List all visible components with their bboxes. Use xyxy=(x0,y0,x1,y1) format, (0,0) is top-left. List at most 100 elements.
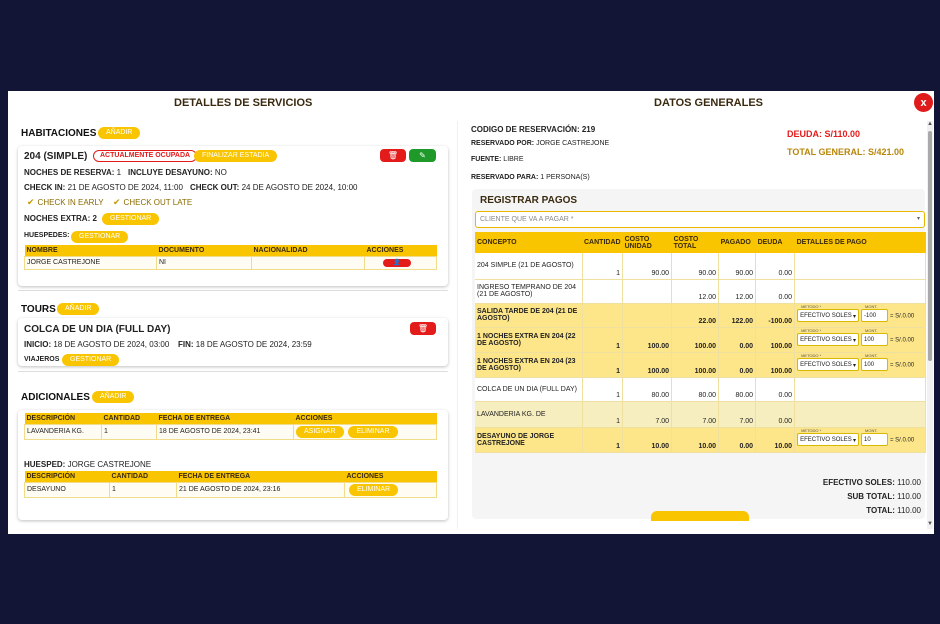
col-acciones: ACCIONES xyxy=(293,413,437,424)
scroll-up-icon[interactable]: ▲ xyxy=(927,121,933,127)
checkin-early-toggle[interactable]: ✔ CHECK IN EARLY xyxy=(27,197,104,208)
payment-unit-cost: 10.00 xyxy=(622,427,673,453)
table-row: DESAYUNO 1 21 DE AGOSTO DE 2024, 23:16 E… xyxy=(24,481,437,498)
payment-method-select[interactable]: METODO * EFECTIVO SOLES ▾ xyxy=(797,353,860,371)
payment-quantity: 1 xyxy=(582,377,624,402)
guest-document: NI xyxy=(156,255,252,270)
table-row: LAVANDERIA KG. 1 18 DE AGOSTO DE 2024, 2… xyxy=(24,423,437,440)
divider xyxy=(18,290,448,291)
close-icon: x xyxy=(920,96,927,109)
payment-concept: 1 NOCHES EXTRA EN 204 (23 DE AGOSTO) xyxy=(475,352,583,378)
payment-unit-cost xyxy=(622,303,673,328)
room-card: 204 (SIMPLE) ACTUALMENTE OCUPADA FINALIZ… xyxy=(18,146,448,286)
viajeros-label: VIAJEROS xyxy=(24,356,60,363)
payment-conversion: = S/.0.00 xyxy=(889,437,915,444)
manage-extra-nights-button[interactable]: GESTIONAR xyxy=(102,213,160,225)
payment-unit-cost xyxy=(622,279,673,304)
payment-details: METODO * EFECTIVO SOLES ▾ MONT. 10 = S/.0.… xyxy=(794,427,926,453)
col-deuda: DEUDA xyxy=(755,232,795,253)
payment-row: 1 NOCHES EXTRA EN 204 (23 DE AGOSTO) 1 100… xyxy=(475,352,926,378)
guest-extras-table: DESCRIPCIÓN CANTIDAD FECHA DE ENTREGA AC… xyxy=(24,471,437,498)
delete-room-button[interactable]: 🗑 xyxy=(380,149,406,162)
payment-method-select[interactable]: METODO * EFECTIVO SOLES ▾ xyxy=(797,428,860,446)
manage-travelers-button[interactable]: GESTIONAR xyxy=(62,354,120,366)
payment-total-cost: 90.00 xyxy=(671,253,720,280)
col-documento: DOCUMENTO xyxy=(156,245,252,256)
payment-concept: LAVANDERIA KG. DE xyxy=(475,401,583,428)
manage-guests-button[interactable]: GESTIONAR xyxy=(71,231,129,243)
scroll-down-icon[interactable]: ▼ xyxy=(457,521,458,527)
user-icon: 👤 xyxy=(393,259,401,266)
chevron-down-icon: ▾ xyxy=(853,438,857,444)
payment-debt: 0.00 xyxy=(755,253,796,280)
payments-title: REGISTRAR PAGOS xyxy=(480,195,578,206)
payment-quantity xyxy=(582,303,624,328)
extras-table: DESCRIPCIÓN CANTIDAD FECHA DE ENTREGA AC… xyxy=(24,413,437,440)
services-pane: HABITACIONES AÑADIR 204 (SIMPLE) ACTUALM… xyxy=(8,113,458,533)
payment-concept: COLCA DE UN DIA (FULL DAY) xyxy=(475,377,583,402)
scroll-up-icon[interactable]: ▲ xyxy=(457,121,458,127)
divider xyxy=(18,371,448,372)
payment-debt: 0.00 xyxy=(755,377,796,402)
add-tour-button[interactable]: AÑADIR xyxy=(57,303,100,315)
extra-guest-row: HUESPED: JORGE CASTREJONE xyxy=(24,460,152,469)
remove-guest-button[interactable]: 👤 xyxy=(383,258,411,267)
payment-row: COLCA DE UN DIA (FULL DAY) 1 80.00 80.00 80.… xyxy=(475,377,926,402)
assign-button[interactable]: ASIGNAR xyxy=(296,425,344,438)
finalize-stay-button[interactable]: FINALIZAR ESTADIA xyxy=(194,150,278,162)
payment-conversion: = S/.0.00 xyxy=(889,362,915,369)
checkin-row: CHECK IN: 21 DE AGOSTO DE 2024, 11:00 xyxy=(24,183,183,192)
add-room-button[interactable]: AÑADIR xyxy=(98,127,141,139)
payer-select[interactable]: CLIENTE QUE VA A PAGAR * ▾ xyxy=(475,211,925,228)
desayuno-row: INCLUYE DESAYUNO: NO xyxy=(128,168,227,177)
checkout-late-toggle[interactable]: ✔ CHECK OUT LATE xyxy=(113,197,192,208)
payment-unit-cost: 100.00 xyxy=(622,352,673,378)
right-column-title: DATOS GENERALES xyxy=(654,97,763,109)
chevron-down-icon: ▾ xyxy=(916,216,920,222)
reservation-code: CODIGO DE RESERVACIÓN: 219 xyxy=(471,125,596,134)
delete-extra-button[interactable]: ELIMINAR xyxy=(349,483,399,496)
tour-card: COLCA DE UN DIA (FULL DAY) 🗑 INICIO: 18 … xyxy=(18,318,448,366)
extra-qty: 1 xyxy=(109,481,177,498)
payment-amount-input[interactable]: MONT. -100 xyxy=(861,304,889,322)
payment-details: METODO * EFECTIVO SOLES ▾ MONT. 100 = S/.0… xyxy=(794,327,926,353)
payment-method-select[interactable]: METODO * EFECTIVO SOLES ▾ xyxy=(797,328,860,346)
payment-concept: SALIDA TARDE DE 204 (21 DE AGOSTO) xyxy=(475,303,583,328)
total: TOTAL: 110.00 xyxy=(866,506,921,515)
payment-amount-input[interactable]: MONT. 100 xyxy=(861,353,889,371)
payment-amount-input[interactable]: MONT. 100 xyxy=(861,328,889,346)
adicionales-title: ADICIONALES xyxy=(21,392,90,403)
tour-name: COLCA DE UN DIA (FULL DAY) xyxy=(24,324,171,335)
scroll-thumb[interactable] xyxy=(928,131,932,361)
register-payment-button[interactable] xyxy=(651,511,749,521)
guests-table: NOMBRE DOCUMENTO NACIONALIDAD ACCIONES J… xyxy=(24,245,437,270)
payment-debt: 0.00 xyxy=(755,401,796,428)
payment-quantity xyxy=(582,279,624,304)
delete-tour-button[interactable]: 🗑 xyxy=(410,322,436,335)
add-extra-button[interactable]: AÑADIR xyxy=(92,391,135,403)
edit-icon: ✎ xyxy=(419,151,426,160)
delete-extra-button[interactable]: ELIMINAR xyxy=(348,425,398,438)
col-concepto: CONCEPTO xyxy=(475,232,582,253)
scroll-down-icon[interactable]: ▼ xyxy=(927,521,933,527)
general-data-pane: CODIGO DE RESERVACIÓN: 219 RESERVADO POR… xyxy=(468,113,934,533)
edit-room-button[interactable]: ✎ xyxy=(409,149,436,162)
payment-total-cost: 10.00 xyxy=(671,427,720,453)
payment-paid: 122.00 xyxy=(718,303,757,328)
payments-table: CONCEPTO CANTIDAD COSTO UNIDAD COSTO TOT… xyxy=(475,232,926,453)
payment-amount-input[interactable]: MONT. 10 xyxy=(861,428,889,446)
col-acciones: ACCIONES xyxy=(344,471,437,482)
reserved-for: RESERVADO PARA: 1 PERSONA(S) xyxy=(471,174,590,181)
general-total: TOTAL GENERAL: S/421.00 xyxy=(787,147,905,157)
room-name: 204 (SIMPLE) xyxy=(24,151,88,162)
payment-unit-cost: 80.00 xyxy=(622,377,673,402)
payment-paid: 0.00 xyxy=(718,352,757,378)
payment-total-cost: 22.00 xyxy=(671,303,720,328)
payment-unit-cost: 7.00 xyxy=(622,401,673,428)
payment-total-cost: 7.00 xyxy=(671,401,720,428)
payment-quantity: 1 xyxy=(582,401,624,428)
right-scrollbar[interactable]: ▲ ▼ xyxy=(927,121,933,529)
left-scrollbar[interactable]: ▲ ▼ xyxy=(457,121,458,529)
close-button[interactable]: x xyxy=(914,93,933,112)
payment-method-select[interactable]: METODO * EFECTIVO SOLES ▾ xyxy=(797,304,860,322)
